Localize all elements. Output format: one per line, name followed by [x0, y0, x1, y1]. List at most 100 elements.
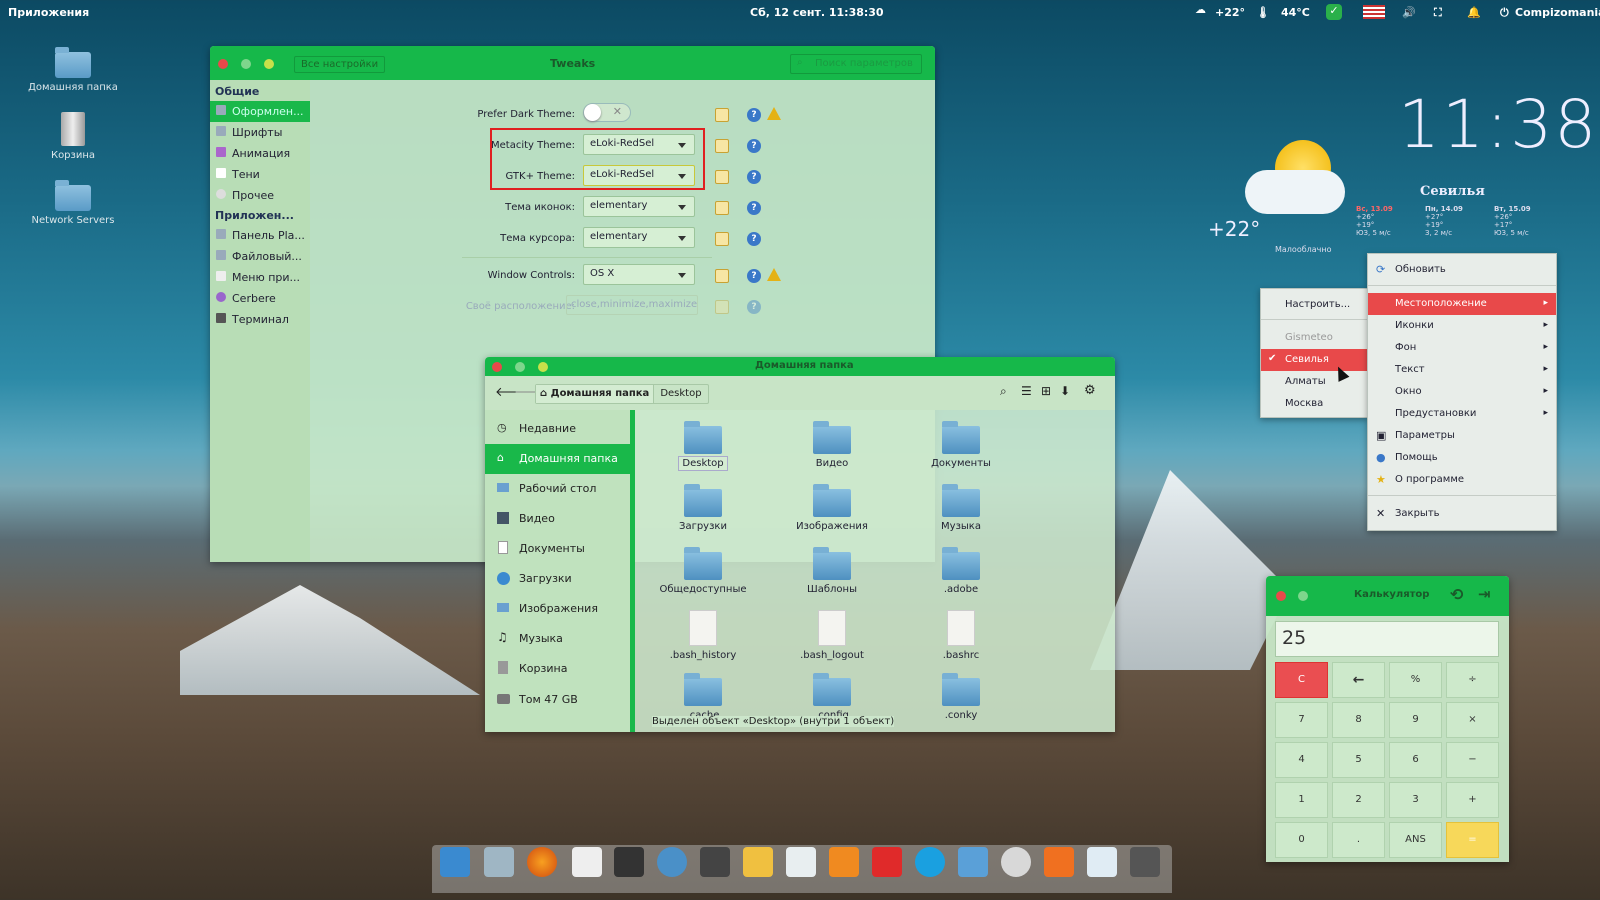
applications-menu[interactable]: Приложения — [8, 6, 89, 19]
checkmark-icon[interactable] — [1001, 847, 1031, 877]
bird-icon[interactable] — [657, 847, 687, 877]
backspace-button[interactable]: ← — [1332, 662, 1385, 698]
calculator-titlebar[interactable]: Калькулятор ⟲ ⇥ — [1266, 576, 1509, 616]
calendar-icon[interactable] — [786, 847, 816, 877]
digit-5-button[interactable]: 5 — [1332, 742, 1385, 778]
crumb-desktop[interactable]: Desktop — [653, 385, 707, 403]
icon-theme-select[interactable]: elementary — [583, 196, 695, 217]
custom-layout-input[interactable]: close,minimize,maximize — [566, 295, 698, 315]
digit-0-button[interactable]: 0 — [1275, 822, 1328, 858]
folder-item[interactable]: Загрузки — [648, 484, 758, 532]
desktop-icon-trash[interactable]: Корзина — [28, 112, 118, 161]
help-icon[interactable]: ? — [747, 108, 761, 122]
close-button[interactable] — [492, 362, 502, 372]
sidebar-item-home[interactable]: ⌂ Домашняя папка — [485, 444, 630, 474]
folder-item[interactable]: Шаблоны — [777, 547, 887, 595]
close-button[interactable] — [1276, 591, 1286, 601]
reset-icon[interactable] — [715, 170, 729, 184]
multiply-button[interactable]: × — [1446, 702, 1499, 738]
settings-toggle-icon[interactable] — [958, 847, 988, 877]
add-button[interactable]: + — [1446, 782, 1499, 818]
maximize-button[interactable] — [1298, 591, 1308, 601]
digit-2-button[interactable]: 2 — [1332, 782, 1385, 818]
youtube-icon[interactable] — [872, 847, 902, 877]
gtk-theme-select[interactable]: eLoki-RedSel — [583, 165, 695, 186]
sidebar-item-plank[interactable]: Панель Pla... — [210, 225, 310, 246]
screenshot-icon[interactable] — [700, 847, 730, 877]
folder-item[interactable]: Документы — [906, 421, 1016, 469]
equals-button[interactable]: = — [1446, 822, 1499, 858]
reset-icon[interactable] — [715, 232, 729, 246]
digit-9-button[interactable]: 9 — [1389, 702, 1442, 738]
terminal-icon[interactable] — [614, 847, 644, 877]
reset-icon[interactable] — [715, 108, 729, 122]
sidebar-item-misc[interactable]: Прочее — [210, 185, 310, 206]
text-editor-icon[interactable] — [572, 847, 602, 877]
files-icon[interactable] — [484, 847, 514, 877]
file-manager-titlebar[interactable]: Домашняя папка — [485, 357, 1115, 376]
menu-item-window[interactable]: Окно ▸ — [1368, 381, 1556, 403]
clear-button[interactable]: C — [1275, 662, 1328, 698]
menu-item-location[interactable]: Местоположение ▸ — [1368, 293, 1556, 315]
folder-item[interactable]: Музыка — [906, 484, 1016, 532]
reset-icon[interactable] — [715, 201, 729, 215]
power-icon[interactable]: ⏻ — [1500, 6, 1509, 20]
volume-icon[interactable]: 🔊 — [1402, 6, 1416, 19]
folder-item[interactable]: Desktop — [648, 421, 758, 471]
maximize-button[interactable] — [538, 362, 548, 372]
sidebar-item-video[interactable]: Видео — [485, 504, 630, 534]
sidebar-item-animation[interactable]: Анимация — [210, 143, 310, 164]
user-name[interactable]: Compizomania — [1515, 6, 1600, 19]
security-icon[interactable]: ✓ — [1326, 4, 1342, 20]
menu-item-close[interactable]: ✕ Закрыть — [1368, 503, 1556, 525]
menu-item-sevilla[interactable]: ✔ Севилья — [1261, 349, 1367, 371]
download-icon[interactable]: ⬇ — [1060, 384, 1070, 398]
sidebar-item-files[interactable]: Файловый... — [210, 246, 310, 267]
ans-button[interactable]: ANS — [1389, 822, 1442, 858]
subtract-button[interactable]: − — [1446, 742, 1499, 778]
close-button[interactable] — [218, 59, 228, 69]
help-icon[interactable]: ? — [747, 201, 761, 215]
menu-item-text[interactable]: Текст ▸ — [1368, 359, 1556, 381]
file-item[interactable]: .bash_history — [648, 610, 758, 661]
history-icon[interactable]: ⟲ — [1450, 585, 1463, 604]
sidebar-item-menu[interactable]: Меню при... — [210, 267, 310, 288]
keyboard-layout-flag-icon[interactable] — [1363, 5, 1385, 19]
search-input[interactable]: ⌕ Поиск параметров — [790, 54, 922, 74]
sidebar-item-desktop[interactable]: Рабочий стол — [485, 474, 630, 504]
sidebar-item-terminal[interactable]: Терминал — [210, 309, 310, 330]
folder-item[interactable]: Видео — [777, 421, 887, 469]
sidebar-item-cerbere[interactable]: Cerbere — [210, 288, 310, 309]
maximize-button[interactable] — [264, 59, 274, 69]
digit-4-button[interactable]: 4 — [1275, 742, 1328, 778]
menu-item-icons[interactable]: Иконки ▸ — [1368, 315, 1556, 337]
digit-6-button[interactable]: 6 — [1389, 742, 1442, 778]
calculator-icon[interactable] — [1130, 847, 1160, 877]
anchor-icon[interactable] — [440, 847, 470, 877]
menu-item-refresh[interactable]: ⟳ Обновить — [1368, 259, 1556, 281]
sidebar-item-trash[interactable]: Корзина — [485, 654, 630, 684]
all-settings-button[interactable]: Все настройки — [294, 56, 386, 73]
sidebar-item-music[interactable]: ♫ Музыка — [485, 624, 630, 654]
file-item[interactable]: .bash_logout — [777, 610, 887, 661]
weather-icon[interactable]: ☁ — [1195, 3, 1206, 16]
folder-item[interactable]: Изображения — [777, 484, 887, 532]
sidebar-item-shadows[interactable]: Тени — [210, 164, 310, 185]
folder-item[interactable]: .config — [777, 673, 887, 721]
sidebar-item-recent[interactable]: ◷ Недавние — [485, 414, 630, 444]
search-icon[interactable]: ⌕ — [1000, 384, 1007, 399]
menu-item-almaty[interactable]: Алматы — [1261, 371, 1367, 393]
menu-item-configure[interactable]: Настроить... — [1261, 294, 1367, 316]
notifications-icon[interactable]: 🔔 — [1467, 6, 1481, 19]
cursor-theme-select[interactable]: elementary — [583, 227, 695, 248]
skype-icon[interactable] — [915, 847, 945, 877]
help-icon[interactable]: ? — [747, 232, 761, 246]
menu-item-presets[interactable]: Предустановки ▸ — [1368, 403, 1556, 425]
file-item[interactable]: .bashrc — [906, 610, 1016, 661]
minimize-button[interactable] — [241, 59, 251, 69]
grid-view-icon[interactable]: ⊞ — [1041, 384, 1051, 398]
network-icon[interactable]: ⛶ — [1434, 6, 1442, 20]
window-controls-select[interactable]: OS X — [583, 264, 695, 285]
update-icon[interactable] — [1044, 847, 1074, 877]
gear-icon[interactable]: ⚙ — [1084, 383, 1096, 398]
